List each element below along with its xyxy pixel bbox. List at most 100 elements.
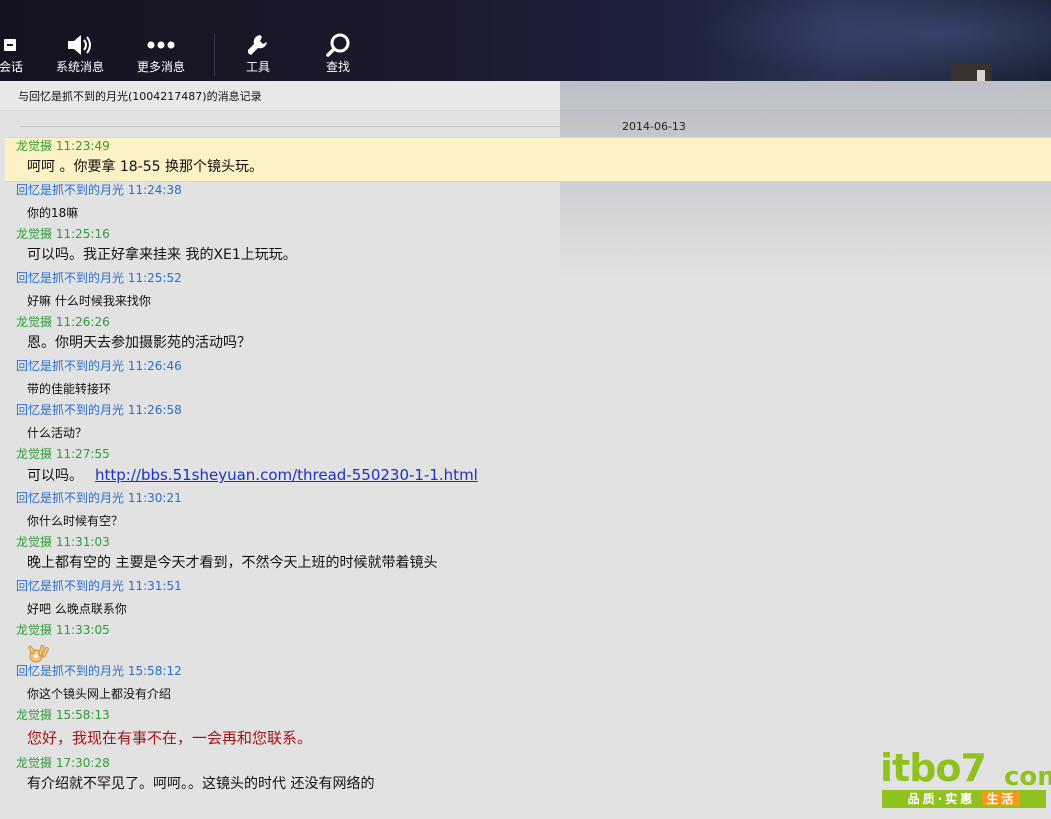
message-text: 你的18嘛: [27, 206, 79, 220]
message-meta: 龙觉摄 11:25:16: [0, 226, 1051, 244]
sender-name: 龙觉摄: [16, 227, 53, 241]
search-icon: [318, 32, 358, 58]
tool-tools-button[interactable]: 工具: [238, 32, 278, 78]
message-item[interactable]: 回忆是抓不到的月光 11:24:38 你的18嘛: [0, 182, 1051, 226]
message-item[interactable]: 回忆是抓不到的月光 11:30:21 你什么时候有空？: [0, 490, 1051, 534]
message-item[interactable]: 回忆是抓不到的月光 11:26:46 带的佳能转接环: [0, 358, 1051, 402]
message-item[interactable]: 龙觉摄 11:27:55 可以吗。 http://bbs.51sheyuan.co…: [0, 446, 1051, 490]
message-item[interactable]: 回忆是抓不到的月光 15:58:12 你这个镜头网上都没有介绍: [0, 663, 1051, 707]
tool-tools-label: 工具: [245, 60, 270, 74]
message-time: 11:26:58: [127, 403, 182, 417]
message-link[interactable]: http://bbs.51sheyuan.com/thread-550230-1…: [95, 466, 478, 484]
message-item[interactable]: 龙觉摄 11:25:16 可以吗。我正好拿来挂来 我的XE1上玩玩。: [0, 226, 1051, 270]
sender-name: 龙觉摄: [16, 139, 53, 153]
sender-name: 龙觉摄: [16, 756, 53, 770]
sender-name: 回忆是抓不到的月光: [16, 271, 125, 285]
message-text: 好吧 么晚点联系你: [27, 602, 127, 616]
message-meta: 龙觉摄 11:27:55: [0, 446, 1051, 464]
sender-name: 龙觉摄: [16, 535, 53, 549]
tool-more-messages-button[interactable]: 更多消息: [133, 32, 189, 78]
date-line: [20, 126, 606, 127]
wrench-icon: [238, 32, 278, 58]
sender-name: 龙觉摄: [16, 315, 53, 329]
watermark-slogan: 品质·实惠 生活: [882, 790, 1046, 808]
message-meta: 龙觉摄 15:58:13: [0, 707, 1051, 725]
sender-name: 龙觉摄: [16, 623, 53, 637]
message-meta: 回忆是抓不到的月光 11:30:21: [0, 490, 1051, 508]
watermark-domain: com: [1004, 762, 1051, 792]
tool-search-label: 查找: [325, 60, 350, 74]
tool-system-messages-button[interactable]: 系统消息: [52, 32, 108, 78]
message-item[interactable]: 回忆是抓不到的月光 11:26:58 什么活动？: [0, 402, 1051, 446]
tool-search-button[interactable]: 查找: [318, 32, 358, 78]
message-time: 17:30:28: [55, 756, 110, 770]
message-text: 什么活动？: [27, 426, 88, 440]
record-title: 与回忆是抓不到的月光(1004217487)的消息记录: [0, 81, 1051, 111]
tool-system-messages-label: 系统消息: [55, 60, 104, 74]
toolbar: 会话 系统消息 更多消息 工具 查找: [0, 0, 1051, 81]
tool-chat-label: 会话: [0, 60, 23, 74]
message-time: 11:24:38: [127, 183, 182, 197]
sender-name: 回忆是抓不到的月光: [16, 664, 125, 678]
message-item[interactable]: 龙觉摄 11:26:26 恩。你明天去参加摄影苑的活动吗？: [0, 314, 1051, 358]
message-meta: 龙觉摄 11:33:05: [0, 622, 1051, 640]
message-text: 带的佳能转接环: [27, 382, 112, 396]
sender-name: 回忆是抓不到的月光: [16, 183, 125, 197]
message-time: 11:25:16: [55, 227, 110, 241]
message-item[interactable]: 龙觉摄 11:31:03 晚上都有空的 主要是今天才看到，不然今天上班的时候就带…: [0, 534, 1051, 578]
message-time: 11:27:55: [55, 447, 110, 461]
message-text: 呵呵 。你要拿 18-55 换那个镜头玩。: [27, 159, 264, 175]
message-text: 可以吗。 http://bbs.51sheyuan.com/thread-5502…: [0, 464, 1051, 490]
background-sky: [691, 0, 1051, 81]
message-text: 好嘛 什么时候我来找你: [27, 294, 151, 308]
message-meta: 回忆是抓不到的月光 11:26:46: [0, 358, 1051, 376]
message-meta: 龙觉摄 11:26:26: [0, 314, 1051, 332]
message-item[interactable]: 回忆是抓不到的月光 11:31:51 好吧 么晚点联系你: [0, 578, 1051, 622]
message-text: 你什么时候有空？: [27, 514, 124, 528]
more-icon: [133, 32, 189, 58]
message-text-prefix: 可以吗。: [27, 468, 83, 484]
sender-name: 回忆是抓不到的月光: [16, 579, 125, 593]
tool-more-messages-label: 更多消息: [136, 60, 185, 74]
date-label: 2014-06-13: [622, 120, 686, 133]
message-meta: 龙觉摄 11:23:49: [5, 138, 1051, 156]
sender-name: 龙觉摄: [16, 447, 53, 461]
background-building: [951, 64, 991, 81]
watermark-logo: itbo7 com 品质·实惠 生活: [880, 748, 1051, 810]
message-meta: 回忆是抓不到的月光 11:26:58: [0, 402, 1051, 420]
speaker-icon: [52, 32, 108, 58]
message-time: 11:23:49: [55, 139, 110, 153]
message-list[interactable]: 龙觉摄 11:23:49 呵呵 。你要拿 18-55 换那个镜头玩。 回忆是抓不…: [0, 137, 1051, 819]
message-text: 你这个镜头网上都没有介绍: [27, 687, 172, 701]
message-time: 11:31:51: [127, 579, 182, 593]
message-time: 11:31:03: [55, 535, 110, 549]
sender-name: 回忆是抓不到的月光: [16, 403, 125, 417]
message-item[interactable]: 龙觉摄 11:23:49 呵呵 。你要拿 18-55 换那个镜头玩。: [5, 137, 1051, 182]
message-time: 11:26:26: [55, 315, 110, 329]
sender-name: 龙觉摄: [16, 708, 53, 722]
watermark-slogan-left: 品质·实惠: [907, 792, 976, 806]
message-time: 11:33:05: [55, 623, 110, 637]
message-time: 11:26:46: [127, 359, 182, 373]
background-light: [977, 70, 985, 81]
message-time: 11:25:52: [127, 271, 182, 285]
message-text: 恩。你明天去参加摄影苑的活动吗？: [27, 335, 251, 351]
message-time: 15:58:13: [55, 708, 110, 722]
sender-name: 回忆是抓不到的月光: [16, 491, 125, 505]
message-item[interactable]: 回忆是抓不到的月光 11:25:52 好嘛 什么时候我来找你: [0, 270, 1051, 314]
message-time: 15:58:12: [127, 664, 182, 678]
toolbar-divider: [214, 34, 215, 76]
watermark-slogan-right: 生活: [982, 792, 1021, 806]
date-divider: 2014-06-13: [0, 111, 1051, 137]
message-text: 可以吗。我正好拿来挂来 我的XE1上玩玩。: [27, 247, 297, 263]
chat-icon: [0, 32, 28, 58]
message-meta: 回忆是抓不到的月光 11:31:51: [0, 578, 1051, 596]
message-text: 晚上都有空的 主要是今天才看到，不然今天上班的时候就带着镜头: [27, 555, 438, 571]
message-time: 11:30:21: [127, 491, 182, 505]
sender-name: 回忆是抓不到的月光: [16, 359, 125, 373]
message-meta: 龙觉摄 11:31:03: [0, 534, 1051, 552]
tool-chat-button[interactable]: 会话: [0, 32, 28, 78]
message-meta: 回忆是抓不到的月光 11:24:38: [0, 182, 1051, 200]
message-meta: 回忆是抓不到的月光 15:58:12: [0, 663, 1051, 681]
message-meta: 回忆是抓不到的月光 11:25:52: [0, 270, 1051, 288]
